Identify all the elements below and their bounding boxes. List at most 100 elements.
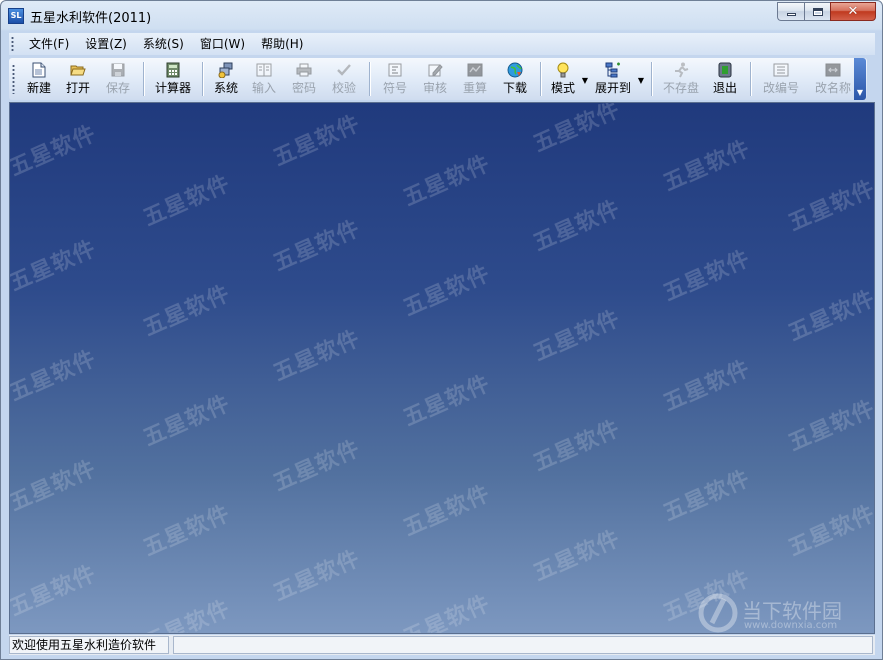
open-folder-icon: [70, 62, 86, 78]
watermark-text: 五星软件: [529, 102, 625, 158]
renumber-icon: [773, 62, 789, 78]
toolbar-separator: [202, 62, 203, 96]
save-button[interactable]: 保存: [98, 58, 138, 100]
watermark-text: 五星软件: [399, 481, 495, 542]
verify-button[interactable]: 校验: [324, 58, 364, 100]
watermark-text: 五星软件: [139, 391, 235, 452]
watermark-text: 五星软件: [529, 196, 625, 257]
minimize-icon: [786, 13, 796, 16]
watermark-text: 五星软件: [784, 501, 875, 562]
exit-label: 退出: [712, 81, 737, 95]
watermark-text: 五星软件: [399, 591, 495, 634]
rename-label: 改名称: [814, 81, 851, 95]
checkmark-icon: [336, 62, 352, 78]
watermark-text: 五星软件: [659, 136, 755, 197]
watermark-text: 五星软件: [269, 436, 365, 497]
review-label: 审核: [422, 81, 447, 95]
system-button[interactable]: 系统: [208, 58, 244, 100]
menu-settings[interactable]: 设置(Z): [77, 34, 135, 54]
menu-help[interactable]: 帮助(H): [253, 34, 311, 54]
watermark-text: 五星软件: [659, 246, 755, 307]
app-window: SL 五星水利软件(2011) ✕ 文件(F) 设置(Z) 系统(S) 窗口(W…: [0, 0, 883, 660]
window-title: 五星水利软件(2011): [30, 11, 152, 26]
new-button[interactable]: 新建: [20, 58, 58, 100]
title-bar[interactable]: SL 五星水利软件(2011) ✕: [1, 1, 882, 29]
symbol-label: 符号: [382, 81, 407, 95]
calculator-icon: [165, 62, 181, 78]
caption-buttons: ✕: [777, 2, 876, 22]
menu-system[interactable]: 系统(S): [135, 34, 192, 54]
watermark-text: 五星软件: [529, 306, 625, 367]
watermark-url-text: www.downxia.com: [744, 620, 838, 631]
recalc-button[interactable]: 重算: [455, 58, 495, 100]
toolbar-separator: [750, 62, 751, 96]
verify-label: 校验: [331, 81, 356, 95]
expand-to-button[interactable]: 展开到: [590, 58, 636, 100]
open-label: 打开: [65, 81, 90, 95]
mode-dropdown-arrow[interactable]: ▼: [580, 58, 590, 100]
toolbar-overflow-button[interactable]: ▼: [854, 58, 866, 100]
password-label: 密码: [291, 81, 316, 95]
watermark-text: 五星软件: [9, 561, 101, 622]
status-secondary-pane: [173, 636, 873, 654]
watermark-text: 五星软件: [269, 326, 365, 387]
input-button[interactable]: 输入: [244, 58, 284, 100]
watermark-text: 五星软件: [784, 286, 875, 347]
system-label: 系统: [213, 81, 238, 95]
exit-button[interactable]: 退出: [705, 58, 745, 100]
expand-to-dropdown-arrow[interactable]: ▼: [636, 58, 646, 100]
toolbar-separator: [143, 62, 144, 96]
calculator-label: 计算器: [154, 81, 191, 95]
password-button[interactable]: 密码: [284, 58, 324, 100]
menu-window[interactable]: 窗口(W): [192, 34, 253, 54]
status-message: 欢迎使用五星水利造价软件: [9, 636, 169, 654]
watermark-text: 五星软件: [269, 546, 365, 607]
menubar-grip[interactable]: [11, 36, 14, 52]
watermark-text: 五星软件: [139, 501, 235, 562]
footer-watermark-logo: 当下软件园 www.downxia.com: [698, 591, 868, 633]
mode-button[interactable]: 模式: [546, 58, 580, 100]
renumber-button[interactable]: 改编号: [756, 58, 806, 100]
printer-icon: [296, 62, 312, 78]
review-button[interactable]: 审核: [415, 58, 455, 100]
symbol-button[interactable]: 符号: [375, 58, 415, 100]
open-button[interactable]: 打开: [58, 58, 98, 100]
watermark-text: 五星软件: [529, 416, 625, 477]
maximize-icon: [812, 7, 823, 16]
no-save-button[interactable]: 不存盘: [657, 58, 705, 100]
save-disk-icon: [110, 62, 126, 78]
download-button[interactable]: 下载: [495, 58, 535, 100]
lightbulb-icon: [555, 62, 571, 78]
menu-bar: 文件(F) 设置(Z) 系统(S) 窗口(W) 帮助(H): [9, 33, 875, 55]
watermark-text: 五星软件: [659, 356, 755, 417]
watermark-text: 五星软件: [529, 526, 625, 587]
watermark-text: 五星软件: [399, 261, 495, 322]
expand-to-label: 展开到: [594, 81, 631, 95]
symbol-icon: [387, 62, 403, 78]
calculator-button[interactable]: 计算器: [149, 58, 197, 100]
app-icon[interactable]: SL: [8, 8, 24, 24]
new-label: 新建: [26, 81, 51, 95]
mdi-workspace[interactable]: 五星软件 五星软件 五星软件 五星软件 五星软件 五星软件 五星软件 五星软件 …: [9, 102, 875, 634]
rename-button[interactable]: 改名称: [806, 58, 860, 100]
menu-file[interactable]: 文件(F): [21, 34, 77, 54]
watermark-text: 五星软件: [659, 466, 755, 527]
watermark-logo-icon: [698, 593, 738, 633]
maximize-button[interactable]: [804, 2, 830, 21]
toolbar-grip[interactable]: [12, 64, 15, 94]
system-icon: [218, 62, 234, 78]
running-man-icon: [673, 62, 689, 78]
expand-tree-icon: [605, 62, 621, 78]
renumber-label: 改编号: [762, 81, 799, 95]
recalc-label: 重算: [462, 81, 487, 95]
watermark-text: 五星软件: [399, 371, 495, 432]
exit-icon: [717, 62, 733, 78]
minimize-button[interactable]: [777, 2, 804, 21]
toolbar-separator: [651, 62, 652, 96]
new-file-icon: [31, 62, 47, 78]
watermark-text: 五星软件: [9, 236, 101, 297]
close-button[interactable]: ✕: [830, 2, 876, 21]
watermark-text: 五星软件: [399, 151, 495, 212]
input-label: 输入: [251, 81, 276, 95]
close-icon: ✕: [847, 4, 859, 19]
